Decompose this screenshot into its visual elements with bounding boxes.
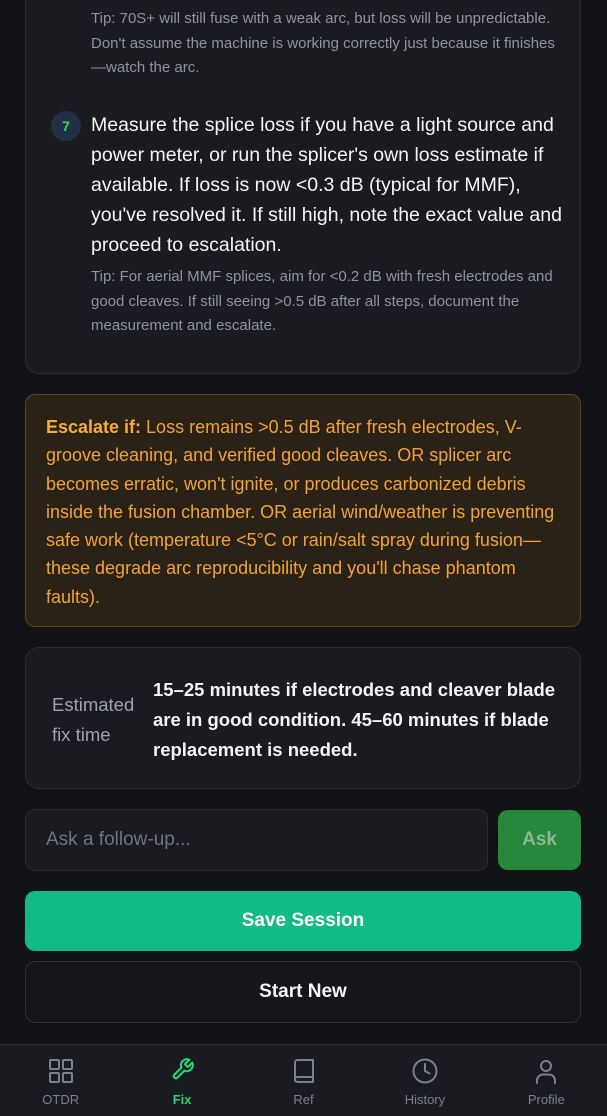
ask-button[interactable]: Ask: [498, 810, 581, 870]
grid-icon: [48, 1059, 73, 1083]
step-tip-previous: Tip: 70S+ will still fuse with a weak ar…: [91, 10, 555, 76]
nav-label-history: History: [404, 1092, 446, 1107]
nav-item-ref[interactable]: Ref: [243, 1045, 364, 1116]
estimate-card: Estimated fix time 15–25 minutes if elec…: [25, 647, 581, 789]
escalation-text: Loss remains >0.5 dB after fresh electro…: [46, 417, 555, 607]
nav-item-fix[interactable]: Fix: [121, 1045, 242, 1116]
step-instruction: Measure the splice loss if you have a li…: [91, 114, 562, 256]
nav-label-profile: Profile: [527, 1092, 565, 1107]
estimate-label: Estimated fix time: [52, 694, 135, 745]
followup-input[interactable]: [25, 809, 488, 871]
step-tip: Tip: For aerial MMF splices, aim for <0.…: [91, 268, 553, 334]
nav-item-history[interactable]: History: [364, 1045, 485, 1116]
step-number-badge: 7: [51, 111, 81, 141]
escalation-label: Escalate if:: [46, 417, 142, 437]
bottom-nav: OTDR Fix Ref History Profile: [0, 1044, 607, 1116]
save-session-button[interactable]: Save Session: [25, 891, 581, 951]
clock-icon: [412, 1058, 438, 1084]
wrench-icon: [172, 1058, 194, 1080]
escalation-box: Escalate if: Loss remains >0.5 dB after …: [25, 394, 581, 627]
nav-item-profile[interactable]: Profile: [486, 1045, 607, 1116]
nav-label-otdr: OTDR: [42, 1092, 80, 1107]
estimate-value: 15–25 minutes if electrodes and cleaver …: [153, 679, 556, 760]
screen: Tip: 70S+ will still fuse with a weak ar…: [0, 0, 607, 1116]
book-icon: [293, 1059, 314, 1083]
start-new-button[interactable]: Start New: [25, 961, 581, 1023]
user-icon: [536, 1060, 557, 1084]
nav-item-otdr[interactable]: OTDR: [0, 1045, 121, 1116]
nav-label-fix: Fix: [172, 1092, 192, 1107]
nav-label-ref: Ref: [293, 1092, 314, 1107]
